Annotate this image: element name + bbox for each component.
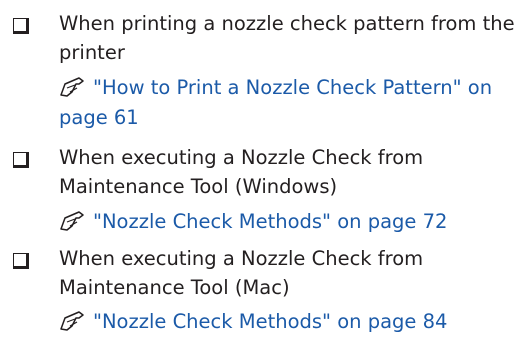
cross-reference-link[interactable]: "Nozzle Check Methods" on page 84 [59,309,447,334]
checkbox-bullet-icon [13,253,29,269]
reference-hand-icon [60,311,84,331]
reference-link-text-continued[interactable]: page 61 [59,106,139,130]
page: { "items": [ { "lines": ["When printing … [0,0,524,338]
reference-link-text[interactable]: "Nozzle Check Methods" on page 84 [93,310,447,333]
checkbox-bullet-icon [13,152,29,168]
checkbox-bullet-icon [13,18,29,34]
item-text-line: When executing a Nozzle Check from [59,247,424,270]
item-text-line: Maintenance Tool (Windows) [59,175,338,198]
reference-link-text[interactable]: "Nozzle Check Methods" on page 72 [93,210,447,233]
cross-reference-link[interactable]: "How to Print a Nozzle Check Pattern" on [59,75,492,100]
item-text-line: When printing a nozzle check pattern fro… [59,12,515,35]
reference-link-text[interactable]: "How to Print a Nozzle Check Pattern" on [93,76,492,99]
item-text-line: When executing a Nozzle Check from [59,146,424,169]
item-text-line: Maintenance Tool (Mac) [59,276,290,299]
cross-reference-link[interactable]: "Nozzle Check Methods" on page 72 [59,209,447,234]
reference-hand-icon [60,211,84,231]
item-text-line: printer [59,41,125,64]
reference-hand-icon [60,77,84,97]
